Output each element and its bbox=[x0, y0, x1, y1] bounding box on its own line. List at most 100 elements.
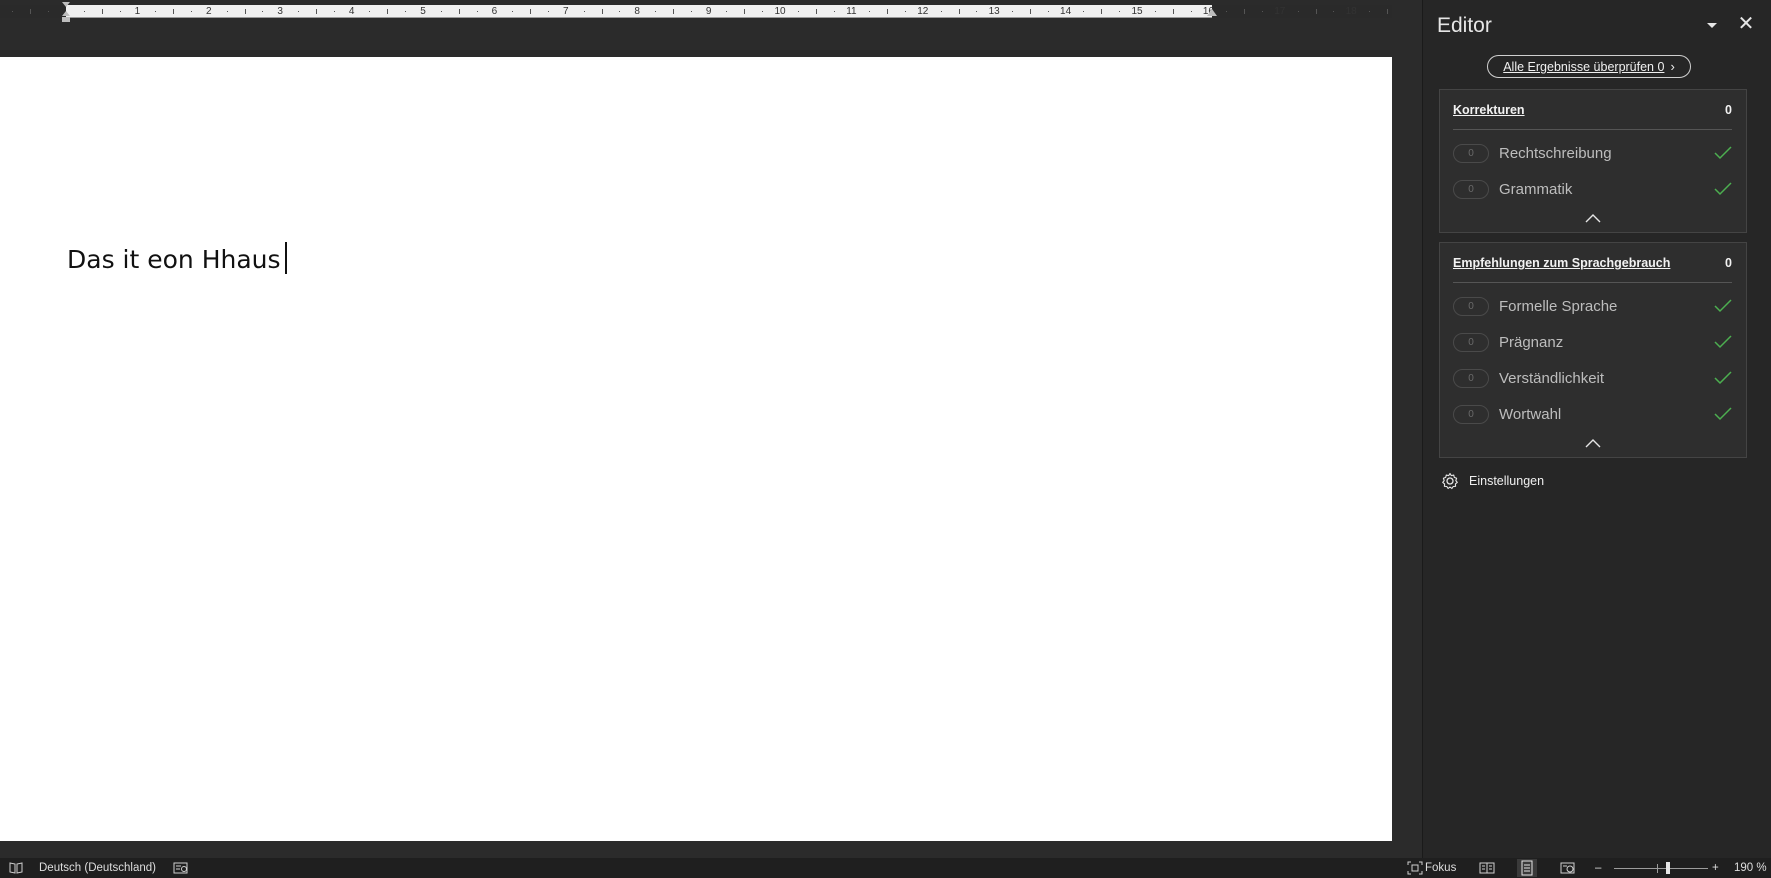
ruler-tick bbox=[1012, 11, 1014, 12]
read-mode-icon[interactable] bbox=[1479, 861, 1495, 875]
zoom-slider-track[interactable] bbox=[1614, 868, 1708, 869]
suggestions-header[interactable]: Empfehlungen zum Sprachgebrauch 0 bbox=[1453, 243, 1732, 283]
zoom-slider-center-mark bbox=[1657, 864, 1658, 873]
indent-marker-icon[interactable] bbox=[60, 2, 72, 24]
ruler-tick bbox=[1029, 9, 1031, 14]
ruler-number: 5 bbox=[420, 6, 426, 17]
count-badge: 0 bbox=[1453, 296, 1489, 316]
ruler-tick bbox=[476, 11, 478, 12]
ruler-tick bbox=[333, 11, 335, 12]
ruler-tick bbox=[1244, 9, 1246, 14]
ruler-tick bbox=[958, 9, 960, 14]
focus-icon[interactable] bbox=[1407, 861, 1423, 875]
check-icon bbox=[1714, 335, 1732, 349]
print-layout-icon[interactable] bbox=[1517, 859, 1537, 877]
count-badge: 0 bbox=[1453, 404, 1489, 424]
corrections-header[interactable]: Korrekturen 0 bbox=[1453, 90, 1732, 130]
ruler-tick bbox=[226, 11, 228, 12]
count-badge: 0 bbox=[1453, 179, 1489, 199]
ruler-tick bbox=[1101, 9, 1103, 14]
ruler-tick bbox=[869, 11, 871, 12]
ruler-number: 17 bbox=[1274, 6, 1286, 17]
ruler-number: 13 bbox=[988, 6, 1000, 17]
ruler-tick bbox=[1154, 11, 1156, 12]
ruler-tick bbox=[726, 11, 728, 12]
suggestion-item-clarity[interactable]: 0 Verständlichkeit bbox=[1453, 360, 1732, 396]
ruler-tick bbox=[244, 9, 246, 14]
corrections-card: Korrekturen 0 0 Rechtschreibung 0 Gramma… bbox=[1439, 89, 1747, 233]
ruler-tick bbox=[815, 9, 817, 14]
ruler-number: 3 bbox=[277, 6, 283, 17]
suggestion-item-formal[interactable]: 0 Formelle Sprache bbox=[1453, 288, 1732, 324]
text-cursor bbox=[284, 242, 287, 274]
ruler-tick bbox=[30, 9, 32, 14]
ruler-tick bbox=[440, 11, 442, 12]
book-icon[interactable] bbox=[8, 861, 24, 875]
suggestion-item-conciseness[interactable]: 0 Prägnanz bbox=[1453, 324, 1732, 360]
ruler-number: 15 bbox=[1131, 6, 1143, 17]
count-badge: 0 bbox=[1453, 143, 1489, 163]
chevron-up-icon[interactable] bbox=[1584, 437, 1602, 449]
ruler-tick bbox=[1333, 11, 1335, 12]
item-label: Formelle Sprache bbox=[1499, 297, 1618, 315]
ruler-tick bbox=[262, 11, 264, 12]
language-indicator[interactable]: Deutsch (Deutschland) bbox=[39, 858, 156, 878]
ruler-tick bbox=[1047, 11, 1049, 12]
ruler-tick bbox=[1369, 11, 1371, 12]
zoom-out-button[interactable]: – bbox=[1595, 858, 1601, 878]
ruler-tick bbox=[119, 11, 121, 12]
zoom-in-button[interactable]: + bbox=[1712, 858, 1719, 878]
chevron-up-icon[interactable] bbox=[1584, 212, 1602, 224]
ruler-tick bbox=[405, 11, 407, 12]
review-all-label: Alle Ergebnisse überprüfen 0 bbox=[1503, 60, 1665, 74]
ruler-tick bbox=[690, 11, 692, 12]
item-label: Grammatik bbox=[1499, 180, 1573, 198]
ruler-tick bbox=[904, 11, 906, 12]
ruler-tick bbox=[1297, 11, 1299, 12]
zoom-slider-thumb[interactable] bbox=[1666, 862, 1670, 874]
document-body-text[interactable]: Das it eon Hhaus bbox=[67, 242, 287, 274]
web-layout-icon[interactable] bbox=[1560, 861, 1576, 875]
chevron-right-icon: › bbox=[1670, 59, 1675, 74]
ruler-tick bbox=[583, 11, 585, 12]
ruler-number: 1 bbox=[134, 6, 141, 17]
ruler-tick bbox=[1261, 11, 1263, 12]
ruler-tick bbox=[976, 11, 978, 12]
correction-item-spelling[interactable]: 0 Rechtschreibung bbox=[1453, 135, 1732, 171]
ruler-number: 9 bbox=[705, 6, 712, 17]
ruler-number: 12 bbox=[917, 6, 929, 17]
ruler-tick bbox=[315, 9, 317, 14]
accessibility-icon[interactable] bbox=[173, 861, 189, 875]
word-window: 1 2 3 4 5 6 7 8 9 10 11 12 13 14 15 16 17 18 Das it eon H… bbox=[0, 0, 1771, 878]
ruler-tick bbox=[547, 11, 549, 12]
ruler-tick bbox=[672, 9, 674, 14]
ruler-number: 18 bbox=[1345, 6, 1357, 17]
zoom-level[interactable]: 190 % bbox=[1734, 858, 1767, 878]
suggestions-count: 0 bbox=[1725, 255, 1732, 270]
ruler-tick bbox=[173, 9, 175, 14]
status-bar: Deutsch (Deutschland) Fokus – + 190 % bbox=[0, 858, 1771, 878]
suggestion-item-vocabulary[interactable]: 0 Wortwahl bbox=[1453, 396, 1732, 432]
horizontal-ruler[interactable]: 1 2 3 4 5 6 7 8 9 10 11 12 13 14 15 16 17 18 bbox=[0, 0, 1392, 26]
correction-item-grammar[interactable]: 0 Grammatik bbox=[1453, 171, 1732, 207]
ruler-tick bbox=[530, 9, 532, 14]
ruler-tick bbox=[619, 11, 621, 12]
suggestions-card: Empfehlungen zum Sprachgebrauch 0 0 Form… bbox=[1439, 242, 1747, 458]
document-page[interactable]: Das it eon Hhaus bbox=[0, 57, 1392, 841]
ruler-number: 14 bbox=[1060, 6, 1072, 17]
settings-link[interactable]: Einstellungen bbox=[1441, 472, 1544, 490]
review-all-button[interactable]: Alle Ergebnisse überprüfen 0 › bbox=[1487, 55, 1691, 78]
triangle-down-icon[interactable] bbox=[1703, 16, 1721, 34]
settings-label: Einstellungen bbox=[1469, 474, 1545, 488]
ruler-tick bbox=[940, 11, 942, 12]
ruler-tick bbox=[1172, 9, 1174, 14]
ruler-tick bbox=[83, 11, 85, 12]
ruler-tick bbox=[387, 9, 389, 14]
ruler-tick bbox=[101, 9, 103, 14]
suggestions-title: Empfehlungen zum Sprachgebrauch bbox=[1453, 255, 1671, 270]
close-icon[interactable]: ✕ bbox=[1736, 14, 1756, 34]
document-text[interactable]: Das it eon Hhaus bbox=[67, 245, 281, 274]
focus-button[interactable]: Fokus bbox=[1425, 858, 1456, 878]
right-indent-marker-icon[interactable] bbox=[1206, 8, 1218, 18]
ruler-tick bbox=[601, 9, 603, 14]
